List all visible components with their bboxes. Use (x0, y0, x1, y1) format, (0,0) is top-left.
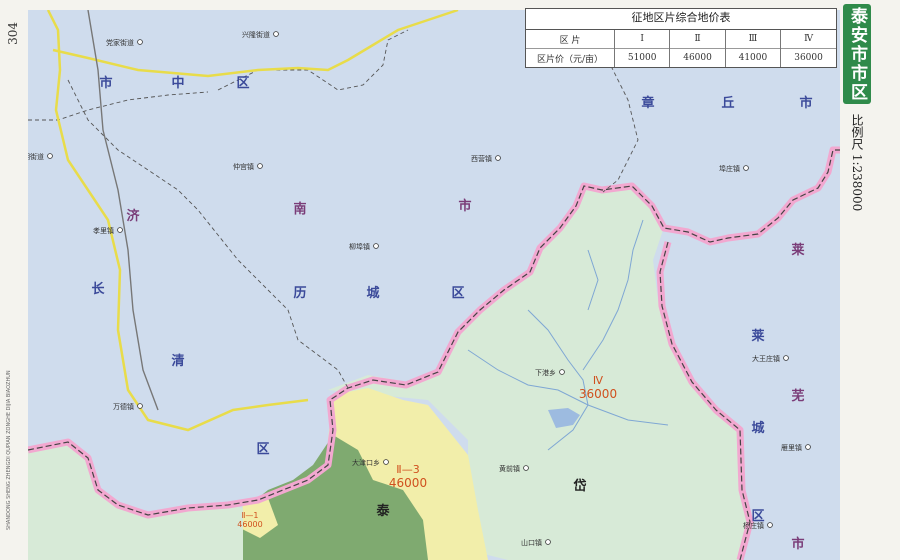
place-label: 柳埠镇 (349, 242, 370, 251)
legend-price-cell: 36000 (780, 48, 836, 67)
place-marker (137, 403, 143, 409)
place-marker (743, 165, 749, 171)
region-label: 济 (126, 208, 140, 224)
legend-price-row: 区片价（元/亩） 51000 46000 41000 36000 (526, 48, 836, 67)
region-label: 城 (366, 285, 379, 301)
legend-zone-cell: Ⅱ (669, 30, 726, 49)
atlas-page: 304 SHANDONG SHENG ZHENGDI QUPIAN ZONGHE… (0, 0, 900, 560)
zone-price-label: 46000 (237, 520, 262, 529)
place-marker (117, 227, 123, 233)
region-label: 区 (451, 286, 464, 301)
zone-price-label: 36000 (579, 387, 617, 401)
region-label: 芜 (791, 388, 804, 404)
region-label: 城 (751, 420, 764, 436)
region-label: 清 (171, 353, 184, 369)
place-marker (767, 522, 773, 528)
region-label: 区 (256, 442, 269, 457)
place-marker (523, 465, 529, 471)
zone-name-label: Ⅳ (593, 374, 604, 387)
legend-title: 征地区片综合地价表 (526, 9, 836, 30)
legend-zone-cell: Ⅲ (725, 30, 782, 49)
place-label: 党家街道 (106, 38, 134, 47)
region-label: 岱 (572, 478, 586, 494)
place-marker (373, 243, 379, 249)
map-scale: 比例尺 1:238000 (850, 114, 864, 212)
region-label: 章 (641, 95, 654, 111)
region-label: 南 (293, 201, 306, 217)
legend-price-cell: 41000 (725, 48, 782, 67)
place-marker (47, 153, 53, 159)
place-label: 黄前镇 (499, 464, 520, 473)
place-marker (137, 39, 143, 45)
region-label: 市 (99, 75, 112, 91)
legend-price-cell: 46000 (669, 48, 726, 67)
region-label: 中 (171, 75, 184, 91)
place-marker (383, 459, 389, 465)
place-marker (495, 155, 501, 161)
zone-name-label: Ⅱ—3 (396, 463, 419, 476)
place-label: 孝里镇 (93, 226, 114, 235)
region-label: 泰 (375, 503, 390, 519)
place-label: 雁里镇 (781, 443, 802, 452)
place-label: 仲宫镇 (233, 162, 254, 171)
place-label: 山口镇 (521, 538, 542, 547)
spine-text: SHANDONG SHENG ZHENGDI QUPIAN ZONGHE DIJ… (6, 370, 12, 530)
region-label: 市 (799, 95, 812, 111)
legend-row-label: 区片价（元/亩） (526, 48, 615, 67)
region-label: 区 (236, 76, 249, 91)
region-label: 莱 (791, 242, 804, 258)
zone-price-label: 46000 (389, 476, 427, 490)
legend-zone-cell: Ⅳ (804, 34, 814, 44)
region-label: 丘 (721, 96, 734, 111)
place-marker (545, 539, 551, 545)
place-marker (273, 31, 279, 37)
legend-row-label: 区 片 (526, 30, 615, 49)
place-label: 杨庄镇 (743, 521, 764, 530)
place-marker (805, 444, 811, 450)
page-number: 304 (6, 22, 20, 45)
legend-grid: 区 片 Ⅰ Ⅱ Ⅲ Ⅳ 区片价（元/亩） 51000 46000 41000 3… (526, 30, 836, 67)
legend-zone-cell: Ⅰ (614, 30, 671, 49)
legend-zone-row: 区 片 Ⅰ Ⅱ Ⅲ Ⅳ (526, 30, 836, 49)
map-title: 泰安市市区 (843, 4, 871, 104)
place-label: 崮云湖街道 (28, 152, 44, 161)
place-label: 大津口乡 (352, 458, 380, 467)
legend-price-cell: 51000 (614, 48, 671, 67)
region-label: 市 (458, 198, 471, 214)
place-label: 埠庄镇 (719, 164, 740, 173)
place-label: 万德镇 (113, 402, 134, 411)
region-label: 长 (91, 281, 105, 297)
place-label: 下港乡 (535, 368, 556, 377)
map-canvas[interactable]: 济南市市中区历城区长清区章丘市莱芜市莱城区泰岱兴隆街道党家街道西营镇仲宫镇柳埠镇… (28, 10, 840, 560)
region-label: 市 (791, 536, 804, 552)
place-label: 大王庄镇 (752, 354, 780, 363)
price-legend-table: 征地区片综合地价表 区 片 Ⅰ Ⅱ Ⅲ Ⅳ 区片价（元/亩） 51000 460… (525, 8, 837, 68)
place-marker (559, 369, 565, 375)
place-label: 兴隆街道 (242, 30, 270, 39)
place-label: 西营镇 (471, 154, 492, 163)
region-label: 历 (293, 286, 306, 301)
zone-name-label: Ⅱ—1 (241, 511, 258, 520)
place-marker (783, 355, 789, 361)
place-marker (257, 163, 263, 169)
region-label: 莱 (751, 328, 764, 344)
